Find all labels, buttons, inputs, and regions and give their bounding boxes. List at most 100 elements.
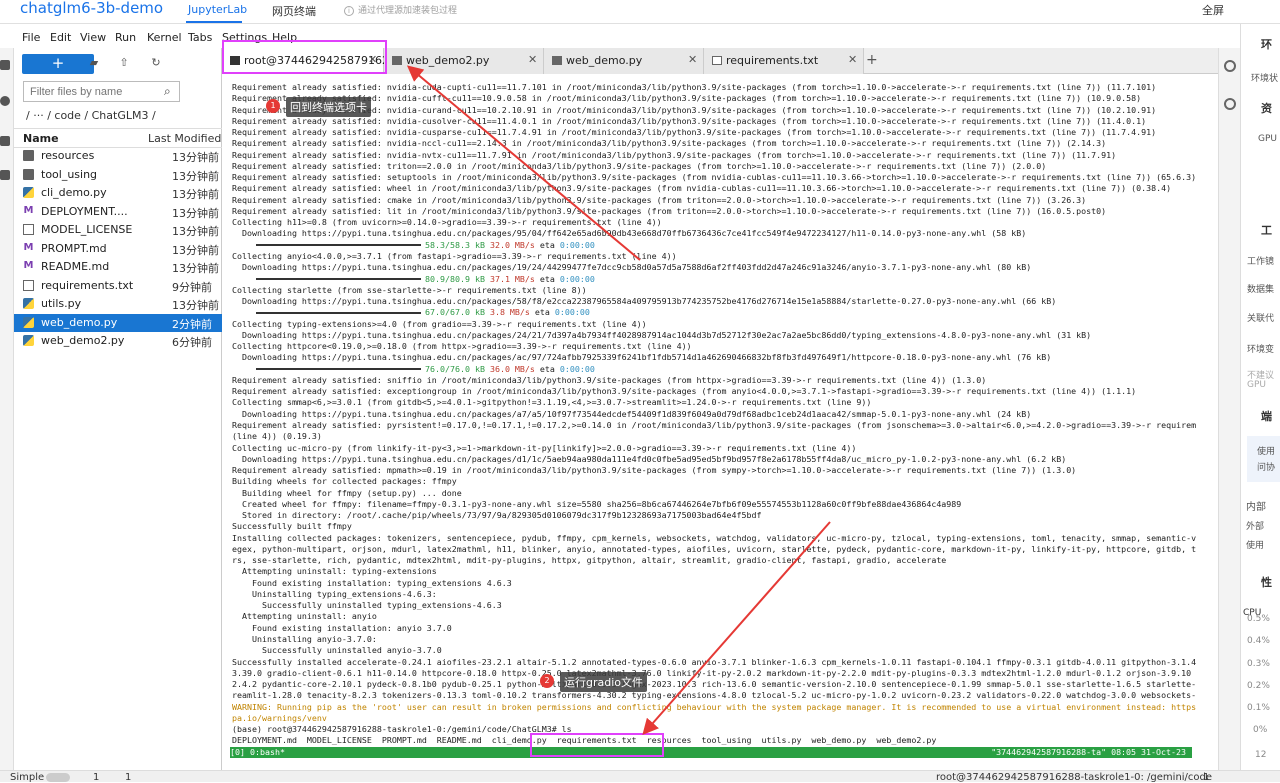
terminal-text: Uninstalling anyio-3.7.0: bbox=[232, 634, 377, 645]
terminal-text: (line 4)) (0.19.3) bbox=[232, 431, 322, 442]
file-row[interactable]: MODEL_LICENSE 13分钟前 bbox=[14, 221, 222, 239]
close-icon[interactable]: ✕ bbox=[688, 53, 697, 66]
terminal-text: Building wheels for collected packages: … bbox=[232, 476, 457, 487]
tab-web-demo[interactable]: web_demo.py ✕ bbox=[544, 48, 704, 74]
file-row[interactable]: tool_using 13分钟前 bbox=[14, 166, 222, 184]
simple-mode-toggle[interactable] bbox=[46, 773, 70, 782]
progress-eta: 0:00:00 bbox=[559, 363, 595, 374]
status-terminal-path: root@374462942587916288-taskrole1-0: /ge… bbox=[936, 772, 1213, 783]
right-info-panel: 环 环境状 资 GPU 工 工作镜 数据集 关联代 环境变 不建议 GPU 端 … bbox=[1240, 24, 1280, 770]
cpu-axis-tick: 0% bbox=[1253, 725, 1268, 735]
file-row[interactable]: M PROMPT.md 13分钟前 bbox=[14, 240, 222, 258]
markdown-icon: M bbox=[23, 260, 34, 271]
new-launcher-button[interactable]: + bbox=[22, 54, 94, 74]
folder-icon bbox=[23, 168, 34, 180]
folder-icon[interactable] bbox=[0, 60, 10, 70]
fullscreen-button[interactable]: 全屏 bbox=[1202, 2, 1224, 18]
new-folder-icon[interactable]: ▰ bbox=[86, 56, 102, 72]
tab-label: web_demo.py bbox=[566, 54, 643, 67]
panel-text: GPU bbox=[1258, 134, 1277, 144]
tmux-status-left: [0] 0:bash* bbox=[230, 747, 285, 757]
progress-size: 67.0/67.0 kB bbox=[425, 307, 485, 318]
terminal-scrollbar[interactable] bbox=[1196, 76, 1208, 762]
terminal-text: Created wheel for ffmpy: filename=ffmpy-… bbox=[232, 498, 962, 509]
file-row[interactable]: requirements.txt 9分钟前 bbox=[14, 277, 222, 295]
menu-edit[interactable]: Edit bbox=[50, 31, 71, 44]
file-row[interactable]: resources 13分钟前 bbox=[14, 147, 222, 165]
tab-web-demo2[interactable]: web_demo2.py ✕ bbox=[384, 48, 544, 74]
terminal-line: 58.3/58.3 kB 32.0 MB/s eta 0:00:00 bbox=[232, 240, 1207, 251]
file-row[interactable]: web_demo2.py 6分钟前 bbox=[14, 332, 222, 350]
menu-kernel[interactable]: Kernel bbox=[147, 31, 182, 44]
terminal-line: 2.4.2 pydantic-core-2.10.1 pydeck-0.8.1b… bbox=[232, 679, 1207, 690]
file-row[interactable]: cli_demo.py 13分钟前 bbox=[14, 184, 222, 202]
progress-size: 80.9/80.9 kB bbox=[425, 273, 485, 284]
terminal-text: Stored in directory: /root/.cache/pip/wh… bbox=[232, 510, 762, 521]
tmux-status-line: [0] 0:bash* "374462942587916288-ta" 08:05… bbox=[230, 747, 1192, 758]
column-name[interactable]: Name bbox=[23, 132, 59, 145]
file-icon bbox=[392, 56, 402, 65]
python-file-icon bbox=[23, 316, 34, 328]
terminal-line: Collecting httpcore<0.19.0,>=0.18.0 (fro… bbox=[232, 341, 1207, 352]
upload-icon[interactable]: ⇧ bbox=[116, 56, 132, 72]
close-icon[interactable]: ✕ bbox=[528, 53, 537, 66]
terminal-text: Requirement already satisfied: lit in /r… bbox=[232, 205, 1107, 216]
file-row[interactable]: M DEPLOYMENT.... 13分钟前 bbox=[14, 203, 222, 221]
terminal-line: Requirement already satisfied: sniffio i… bbox=[232, 375, 1207, 386]
file-name: README.md bbox=[41, 260, 110, 273]
gear-icon[interactable] bbox=[1224, 98, 1236, 110]
terminal-line: Created wheel for ffmpy: filename=ffmpy-… bbox=[232, 499, 1207, 510]
terminal-text: Requirement already satisfied: mpmath>=0… bbox=[232, 465, 1077, 476]
file-name: tool_using bbox=[41, 167, 98, 181]
terminal-text: Collecting starlette (from sse-starlette… bbox=[232, 284, 587, 295]
terminal-line: rs, sse-starlette, rich, pydantic, mdtex… bbox=[232, 555, 1207, 566]
terminal-text: Found existing installation: typing_exte… bbox=[232, 577, 512, 588]
terminal-text: Requirement already satisfied: triton==2… bbox=[232, 160, 1047, 171]
menu-file[interactable]: File bbox=[22, 31, 40, 44]
filter-files-input[interactable] bbox=[23, 81, 180, 102]
panel-text: 使用 bbox=[1246, 541, 1265, 551]
terminal-line: Requirement already satisfied: nvidia-cu… bbox=[232, 93, 1207, 104]
terminal-text: Collecting uc-micro-py (from linkify-it-… bbox=[232, 442, 857, 453]
settings-strip bbox=[1218, 48, 1240, 770]
progress-eta: 0:00:00 bbox=[559, 239, 595, 250]
close-icon[interactable]: ✕ bbox=[848, 53, 857, 66]
tab-jupyterlab[interactable]: JupyterLab bbox=[188, 3, 247, 16]
terminal-line: (base) root@374462942587916288-taskrole1… bbox=[232, 724, 1207, 735]
cpu-axis-tick: 0.5% bbox=[1247, 614, 1270, 624]
active-tab-underline bbox=[186, 21, 242, 23]
gear-icon[interactable] bbox=[1224, 60, 1236, 72]
terminal-line: (line 4)) (0.19.3) bbox=[232, 431, 1207, 442]
annotation-box-command bbox=[530, 733, 664, 757]
terminal-text: Downloading https://pypi.tuna.tsinghua.e… bbox=[232, 262, 1032, 273]
terminal-text: Successfully uninstalled anyio-3.7.0 bbox=[232, 645, 442, 656]
terminal-line: Requirement already satisfied: wheel in … bbox=[232, 183, 1207, 194]
refresh-icon[interactable]: ↻ bbox=[148, 56, 164, 72]
tab-web-terminal[interactable]: 网页终端 bbox=[272, 3, 316, 19]
file-modified: 13分钟前 bbox=[172, 262, 219, 275]
file-name: web_demo.py bbox=[41, 315, 118, 329]
breadcrumb[interactable]: / ··· / code / ChatGLM3 / bbox=[26, 109, 156, 122]
commands-icon[interactable] bbox=[0, 136, 10, 146]
menu-tabs[interactable]: Tabs bbox=[188, 31, 212, 44]
tabs-icon[interactable] bbox=[0, 170, 10, 180]
file-row[interactable]: web_demo.py 2分钟前 bbox=[14, 313, 222, 332]
proxy-link[interactable]: i 通过代理源加速装包过程 bbox=[344, 3, 457, 16]
progress-speed: 36.0 MB/s bbox=[489, 363, 535, 374]
column-last-modified[interactable]: Last Modified bbox=[148, 132, 221, 145]
terminal-text: Requirement already satisfied: nvidia-cu… bbox=[232, 115, 1147, 126]
tab-label: requirements.txt bbox=[726, 54, 819, 67]
terminal[interactable]: Requirement already satisfied: nvidia-cu… bbox=[230, 82, 1210, 762]
menu-run[interactable]: Run bbox=[115, 31, 136, 44]
terminal-output: Requirement already satisfied: nvidia-cu… bbox=[232, 82, 1207, 758]
add-tab-icon[interactable]: + bbox=[866, 52, 878, 68]
terminal-line: Requirement already satisfied: nvidia-cu… bbox=[232, 116, 1207, 127]
tab-requirements[interactable]: requirements.txt ✕ bbox=[704, 48, 864, 74]
file-row[interactable]: utils.py 13分钟前 bbox=[14, 295, 222, 313]
terminal-line: Downloading https://pypi.tuna.tsinghua.e… bbox=[232, 262, 1207, 273]
file-row[interactable]: M README.md 13分钟前 bbox=[14, 258, 222, 276]
running-icon[interactable] bbox=[0, 96, 10, 106]
terminal-text: pa.io/warnings/venv bbox=[232, 712, 327, 723]
menu-view[interactable]: View bbox=[80, 31, 106, 44]
file-icon bbox=[552, 56, 562, 65]
